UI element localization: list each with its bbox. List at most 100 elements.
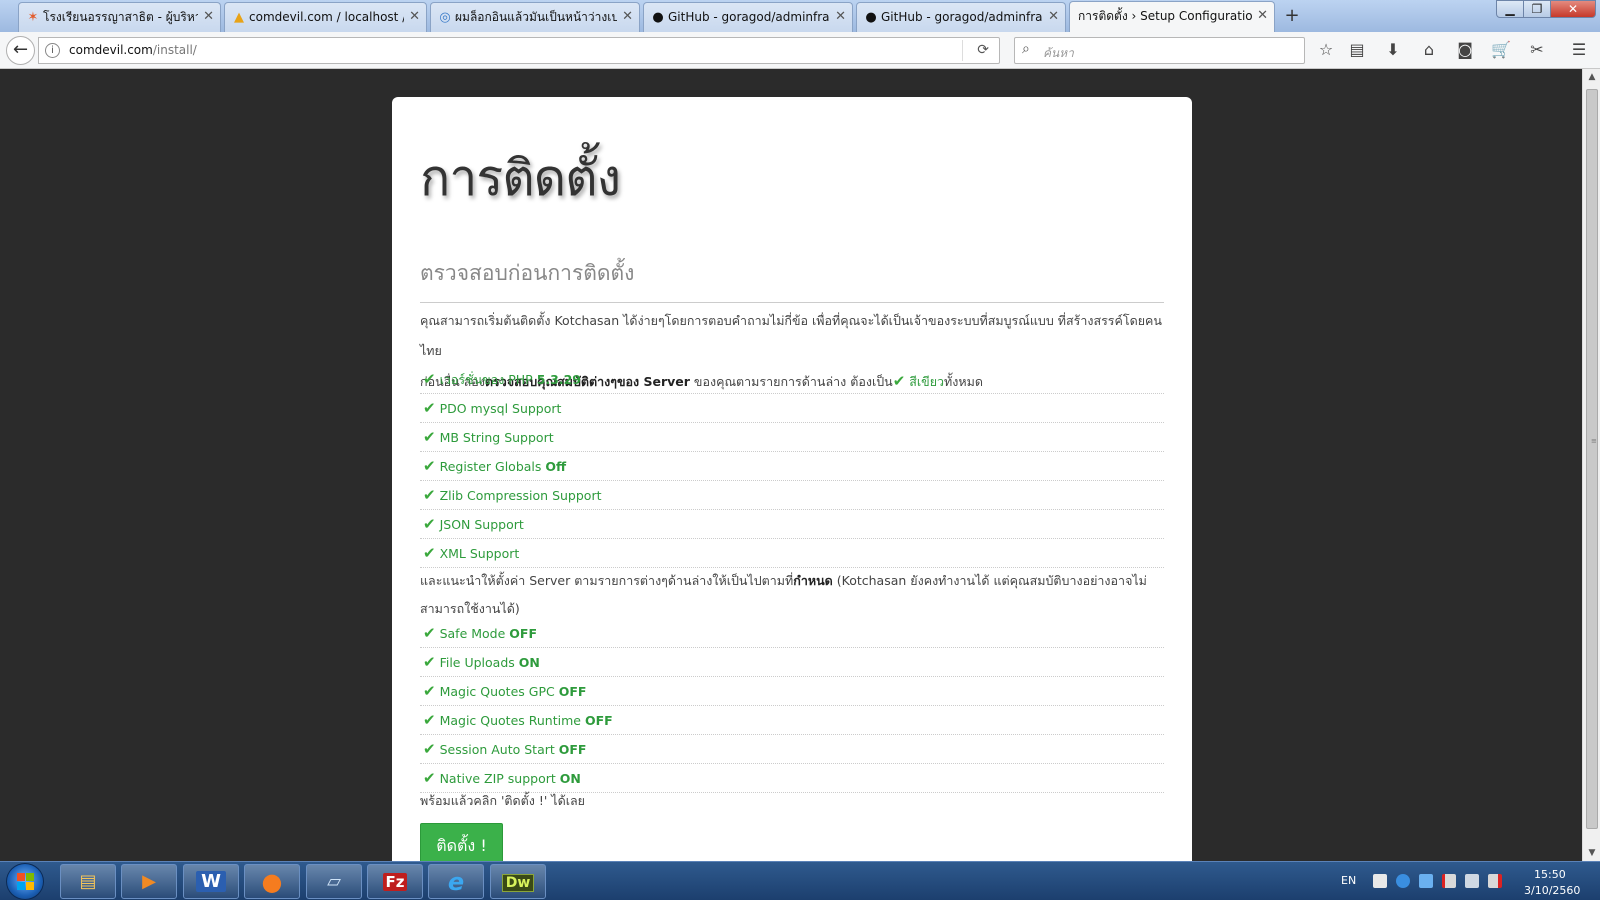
browser-tab-active[interactable]: การติดตั้ง › Setup Configuration Fi ✕ [1069,1,1275,32]
new-tab-button[interactable]: + [1280,4,1304,28]
github-icon: ● [865,10,877,25]
info-icon[interactable]: i [45,43,60,58]
explorer-icon[interactable]: ▤ [60,864,116,899]
item-label: XML Support [439,546,520,561]
address-bar[interactable]: i comdevil.com/install/ ⟳ [38,37,1000,64]
check-icon: ✔ [423,682,436,700]
rec-prefix: และแนะนำให้ตั้งค่า Server ตามรายการต่างๆ… [420,573,794,588]
close-tab-icon[interactable]: ✕ [622,3,633,31]
grip-icon: ≡ [1591,437,1597,445]
list-item: ✔ MB String Support [420,423,1164,452]
scrollbar-thumb[interactable]: ≡ [1586,89,1598,829]
menu-icon[interactable]: ☰ [1567,38,1591,62]
search-icon: ⌕ [1022,41,1030,57]
item-label: เวอร์ชั่นของ PHP [439,372,537,387]
pocket-icon[interactable]: ◙ [1453,38,1477,62]
flag-alert-icon[interactable] [1442,874,1456,888]
item-value: ON [559,771,581,786]
browser-tab[interactable]: ◎ ผมล็อกอินแล้วมันเป็นหน้าว่างเปล่ ✕ [430,2,640,32]
cart-icon[interactable]: 🛒 [1489,38,1513,62]
github-icon: ● [652,10,664,25]
close-tab-icon[interactable]: ✕ [1257,2,1268,30]
bookmarks-list-icon[interactable]: ▤ [1345,38,1369,62]
search-input[interactable]: ⌕ ค้นหา [1014,37,1305,64]
list-item: ✔ Zlib Compression Support [420,481,1164,510]
bookmark-star-icon[interactable]: ☆ [1314,38,1338,62]
item-label: Magic Quotes GPC [439,684,559,699]
item-label: Session Auto Start [439,742,559,757]
firefox-icon[interactable]: ● [244,864,300,899]
check-icon: ✔ [423,740,436,758]
joomla-icon: ✶ [27,10,39,25]
windows-logo-icon [17,873,35,891]
vertical-scrollbar[interactable]: ▲ ≡ ▼ [1582,69,1600,861]
taskbar: ▤ ▶ W ● ▱ Fz e Dw EN 15:50 3/10/2560 [0,861,1600,900]
word-icon[interactable]: W [183,864,239,899]
tab-label: การติดตั้ง › Setup Configuration Fi [1078,9,1252,23]
network-icon[interactable] [1465,874,1479,888]
action-center-icon[interactable] [1373,874,1387,888]
media-player-icon[interactable]: ▶ [121,864,177,899]
item-label: Native ZIP support [439,771,560,786]
extension-icon[interactable]: ✂ [1525,38,1549,62]
volume-icon[interactable] [1488,874,1502,888]
network-monitor-icon[interactable] [1419,874,1433,888]
url-divider [962,40,963,61]
browser-tab[interactable]: ● GitHub - goragod/adminfran ✕ [856,2,1066,32]
close-tab-icon[interactable]: ✕ [1048,3,1059,31]
minimize-button[interactable]: ▁ [1496,0,1524,18]
browser-tab[interactable]: ▲ comdevil.com / localhost / c ✕ [224,2,427,32]
reload-icon[interactable]: ⟳ [977,42,989,58]
start-button[interactable] [6,863,44,900]
list-item: ✔ Magic Quotes GPC OFF [420,677,1164,706]
rec-bold: กำหนด [793,573,833,588]
skype-icon[interactable] [1396,874,1410,888]
check-icon: ✔ [423,399,436,417]
install-button[interactable]: ติดตั้ง ! [420,823,503,861]
url-host: comdevil.com [69,43,153,57]
language-indicator[interactable]: EN [1341,874,1356,887]
browser-tab[interactable]: ✶ โรงเรียนอรรญาสาธิต - ผู้บริหาร ✕ [18,2,221,32]
tab-label: ผมล็อกอินแล้วมันเป็นหน้าว่างเปล่ [455,10,617,24]
scroll-down-icon[interactable]: ▼ [1583,845,1600,861]
item-label: MB String Support [439,430,554,445]
list-item: ✔ Native ZIP support ON [420,764,1164,793]
dreamweaver-icon[interactable]: Dw [490,864,546,899]
close-tab-icon[interactable]: ✕ [203,3,214,31]
url-path: /install/ [152,43,197,57]
tab-label: comdevil.com / localhost / c [249,10,404,24]
ie-icon[interactable]: e [428,864,484,899]
list-item: ✔ Magic Quotes Runtime OFF [420,706,1164,735]
filezilla-icon[interactable]: Fz [367,864,423,899]
item-value: Off [545,459,567,474]
item-value: 5.3.29 [536,372,581,387]
back-button[interactable]: ← [6,36,35,65]
restore-button[interactable]: ❐ [1523,0,1551,18]
tab-strip: ✶ โรงเรียนอรรญาสาธิต - ผู้บริหาร ✕ ▲ com… [0,0,1600,32]
close-tab-icon[interactable]: ✕ [409,3,420,31]
notepad-icon[interactable]: ▱ [306,864,362,899]
intro-line-1: คุณสามารถเริ่มต้นติดตั้ง Kotchasan ได้ง่… [420,313,1162,358]
clock-date[interactable]: 3/10/2560 [1524,884,1580,897]
check-icon: ✔ [423,653,436,671]
list-item: ✔ Register Globals Off [420,452,1164,481]
tab-label: GitHub - goragod/adminfran [668,10,830,24]
divider [420,302,1164,303]
clock-time[interactable]: 15:50 [1534,868,1566,881]
browser-tab[interactable]: ● GitHub - goragod/adminfran ✕ [643,2,853,32]
downloads-icon[interactable]: ⬇ [1381,38,1405,62]
dreamweaver-glyph: Dw [501,874,535,892]
item-label: Register Globals [439,459,546,474]
list-item: ✔ XML Support [420,539,1164,568]
list-item: ✔ JSON Support [420,510,1164,539]
home-icon[interactable]: ⌂ [1417,38,1441,62]
item-label: JSON Support [439,517,524,532]
scroll-up-icon[interactable]: ▲ [1583,69,1600,85]
close-tab-icon[interactable]: ✕ [835,3,846,31]
section-title: ตรวจสอบก่อนการติดตั้ง [420,261,635,285]
list-item: ✔ File Uploads ON [420,648,1164,677]
item-value: OFF [558,742,587,757]
recommendation-text: และแนะนำให้ตั้งค่า Server ตามรายการต่างๆ… [420,567,1164,623]
check-icon: ✔ [423,486,436,504]
close-window-button[interactable]: ✕ [1550,0,1596,18]
